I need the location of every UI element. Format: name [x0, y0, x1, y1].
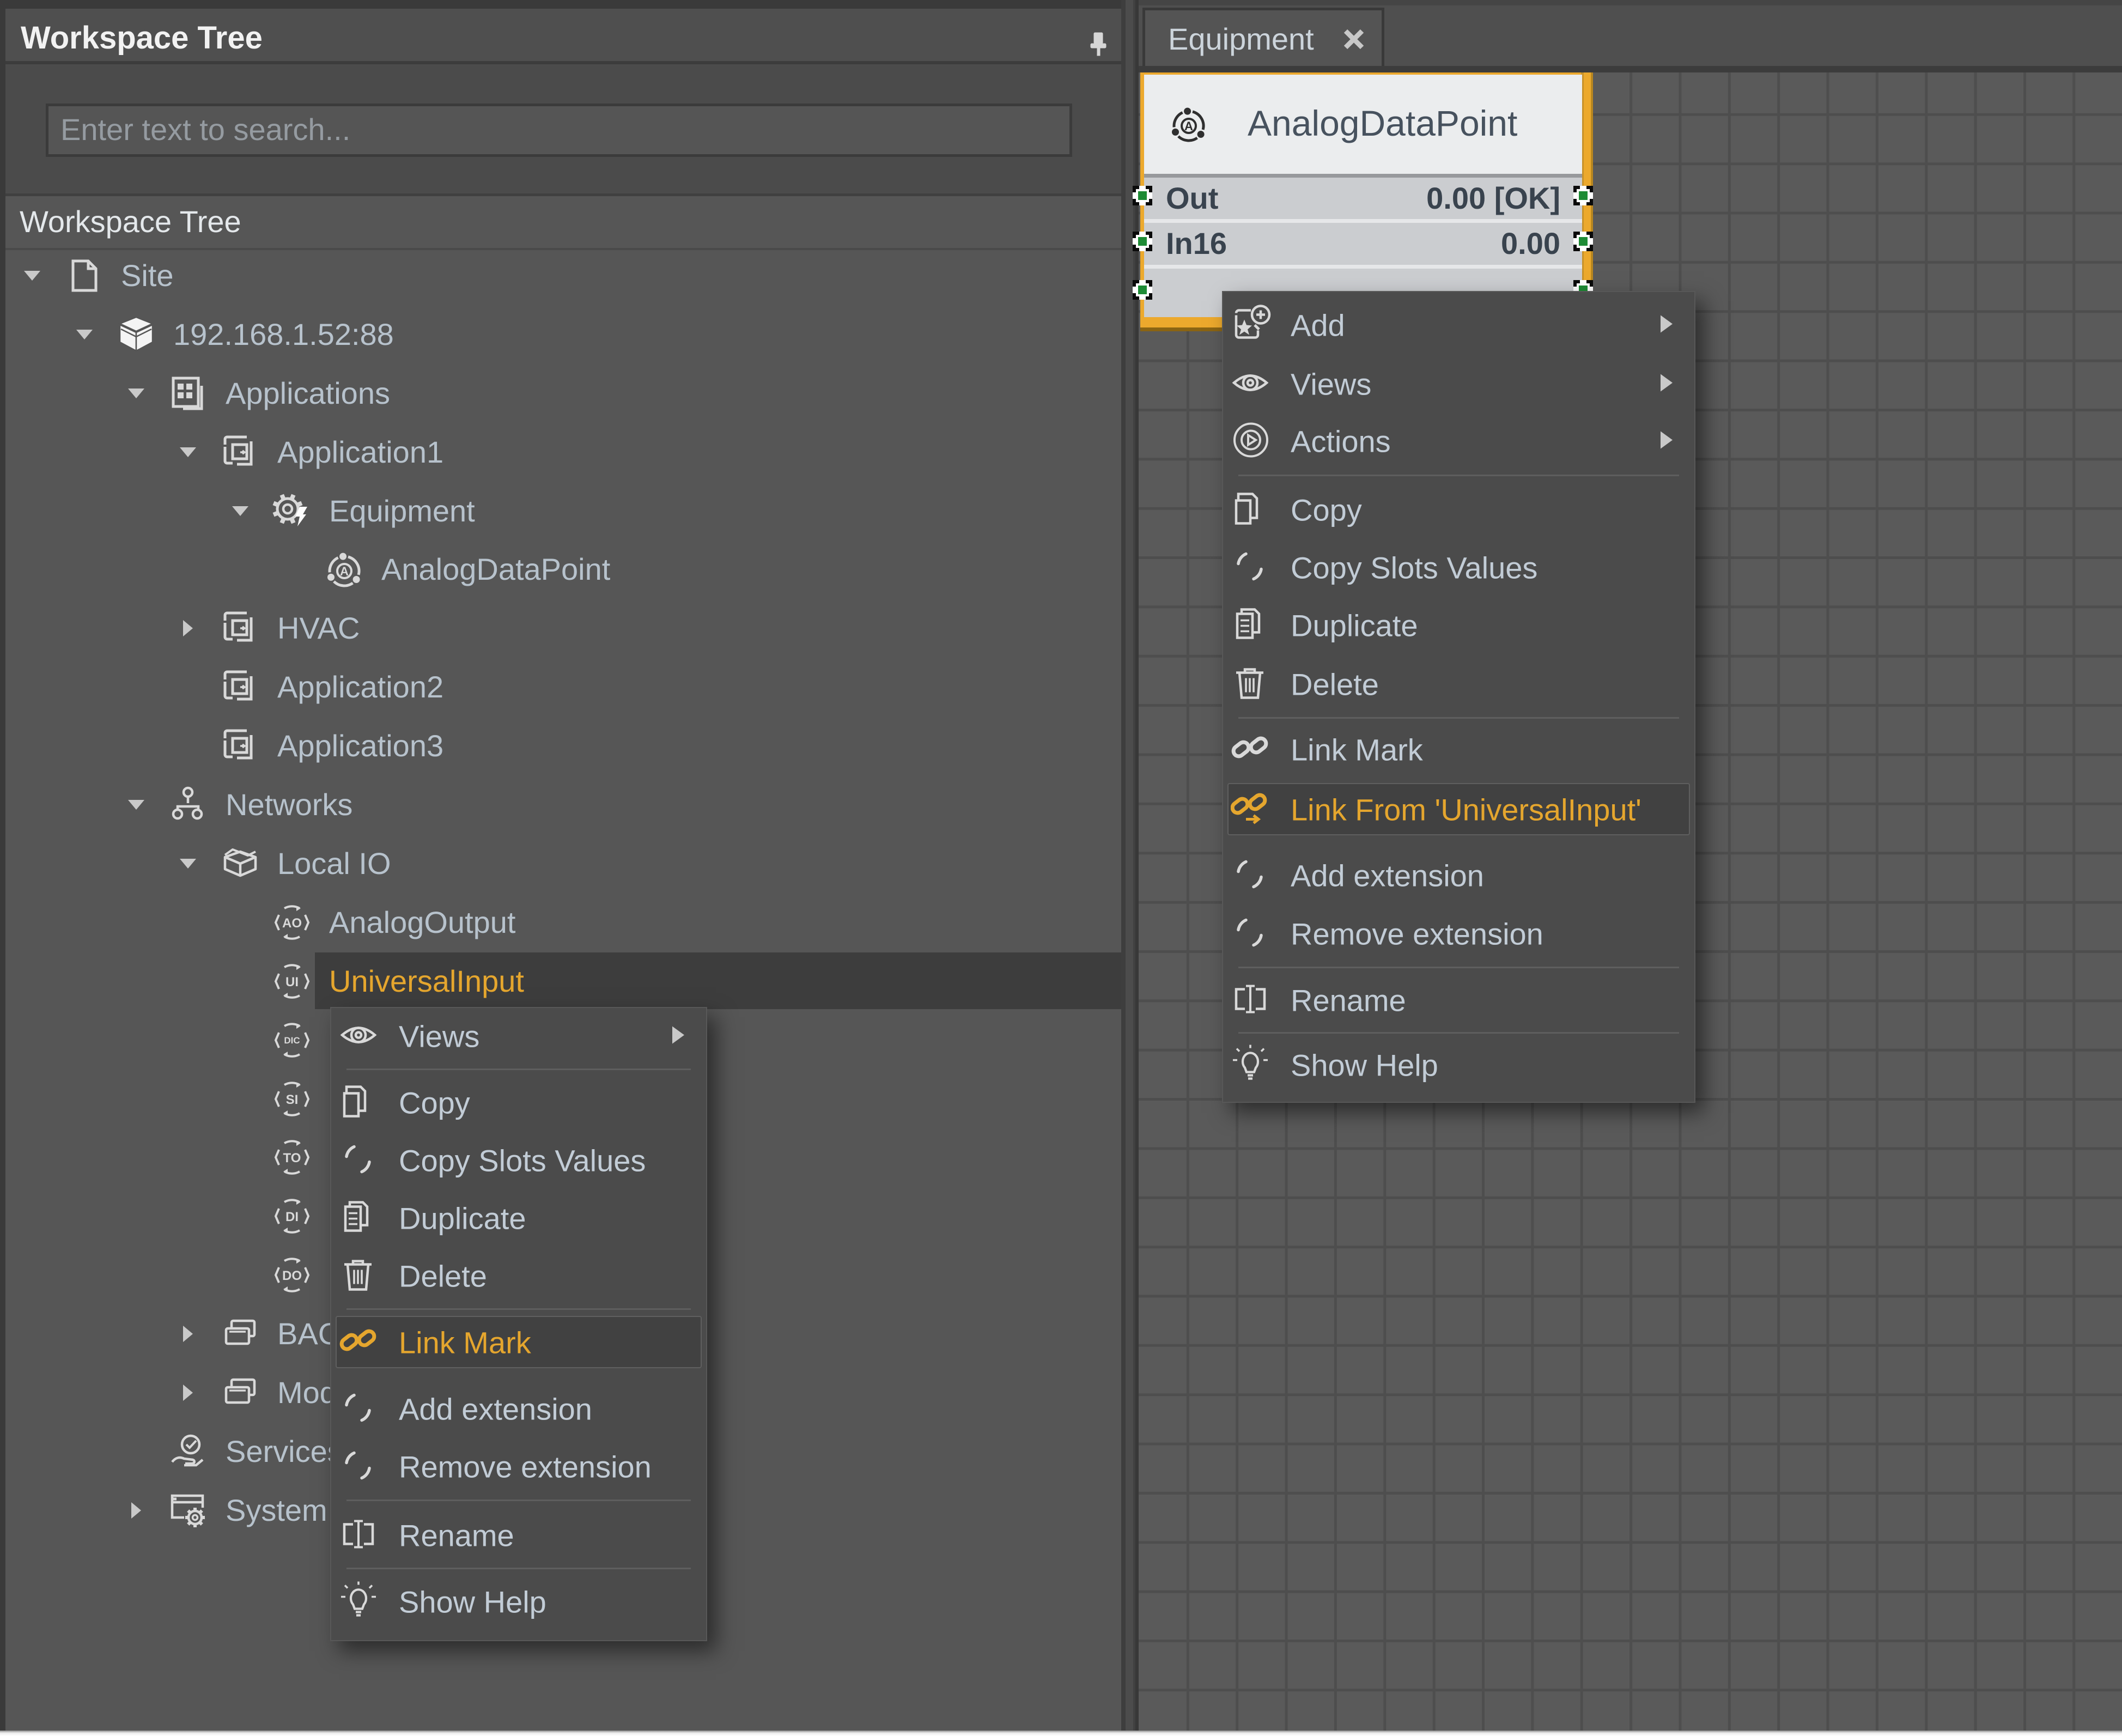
svg-text:A: A: [1184, 119, 1193, 133]
